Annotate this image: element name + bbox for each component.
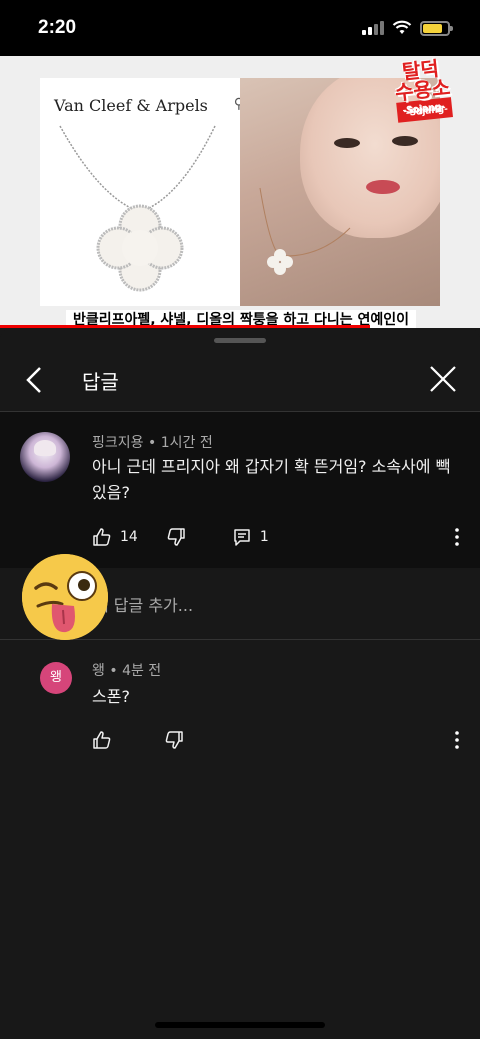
add-reply-row[interactable]: 개 답글 추가... xyxy=(0,554,480,640)
like-button[interactable]: 14 xyxy=(92,527,138,547)
battery-icon xyxy=(420,20,453,36)
parent-comment: 핑크지용 • 1시간 전 아니 근데 프리지아 왜 갑자기 확 뜬거임? 소속사… xyxy=(0,412,480,568)
clover-pendant xyxy=(96,204,184,292)
reply-button[interactable]: 1 xyxy=(232,527,269,547)
comment-text: 아니 근데 프리지아 왜 갑자기 확 뜬거임? 소속사에 빽있음? xyxy=(92,457,451,502)
comment-actions: 14 1 xyxy=(92,527,269,547)
channel-watermark: 탈덕 수용소 -Sojang- xyxy=(392,56,453,123)
dislike-button[interactable] xyxy=(166,527,186,547)
replies-sheet: 답글 핑크지용 • 1시간 전 아니 근데 프리지아 왜 갑자기 확 뜬거임? … xyxy=(0,328,480,1039)
dislike-button[interactable] xyxy=(164,730,184,750)
home-indicator[interactable] xyxy=(155,1022,325,1028)
thumbs-down-icon xyxy=(167,528,185,546)
status-time: 2:20 xyxy=(38,17,77,38)
comment-meta: 핑크지용 • 1시간 전 xyxy=(92,435,213,451)
drag-handle[interactable] xyxy=(214,338,266,343)
thumbs-up-icon xyxy=(93,528,111,546)
reply-count: 1 xyxy=(259,529,269,545)
video-player[interactable]: Van Cleef & Arpels ⚲ 탈덕 수용소 -Sojang- 반클리… xyxy=(0,56,480,328)
thumbs-down-icon xyxy=(165,731,183,749)
avatar[interactable] xyxy=(20,432,70,482)
reply-meta: 왱 • 4분 전 xyxy=(92,663,162,679)
status-icons xyxy=(362,20,453,36)
necklace-image: Van Cleef & Arpels ⚲ xyxy=(40,78,244,306)
add-reply-placeholder[interactable]: 개 답글 추가... xyxy=(94,592,193,616)
more-options-icon[interactable] xyxy=(447,730,467,750)
sheet-title: 답글 xyxy=(82,370,119,394)
avatar[interactable]: 왱 xyxy=(40,662,72,694)
comment-icon xyxy=(234,529,250,546)
comment-author[interactable]: 핑크지용 xyxy=(92,435,144,451)
reply-text: 스폰? xyxy=(92,687,130,706)
reply-comment: 왱 왱 • 4분 전 스폰? xyxy=(0,640,480,770)
more-options-icon[interactable] xyxy=(447,527,467,547)
reply-actions xyxy=(92,730,184,750)
wifi-icon xyxy=(392,20,412,34)
thumbs-up-icon xyxy=(93,731,111,749)
status-bar: 2:20 xyxy=(0,0,480,56)
sheet-header: 답글 xyxy=(0,350,480,412)
signal-icon xyxy=(362,21,384,35)
close-icon[interactable] xyxy=(428,364,458,394)
reply-author[interactable]: 왱 xyxy=(92,663,105,679)
like-button[interactable] xyxy=(92,730,112,750)
comment-time: 1시간 전 xyxy=(160,435,213,451)
back-arrow-icon[interactable] xyxy=(20,364,52,396)
winking-tongue-emoji-sticker xyxy=(22,554,108,640)
like-count: 14 xyxy=(120,529,138,545)
reply-time: 4분 전 xyxy=(122,663,162,679)
